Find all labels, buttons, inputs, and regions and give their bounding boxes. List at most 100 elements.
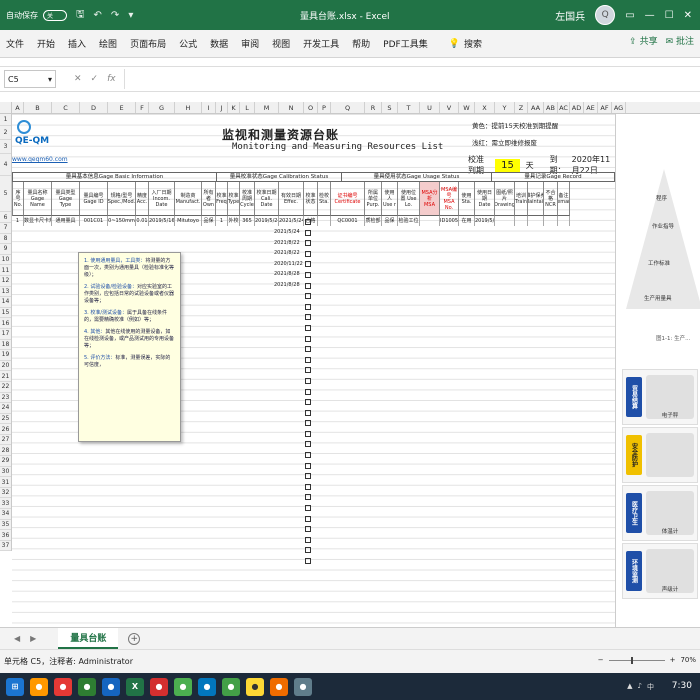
column-header-v[interactable]: V <box>440 102 459 113</box>
effective-date[interactable]: 2021/8/22 <box>274 248 303 259</box>
status-checkbox[interactable] <box>305 526 311 533</box>
row-header-11[interactable]: 11 <box>0 265 11 276</box>
tab-file[interactable]: 文件 <box>6 37 24 50</box>
status-checkbox[interactable] <box>305 473 311 480</box>
status-checkbox[interactable] <box>305 494 311 501</box>
row-header-23[interactable]: 23 <box>0 393 11 404</box>
status-checkbox[interactable] <box>305 441 311 448</box>
table-cell[interactable] <box>515 216 528 226</box>
user-name[interactable]: 左国兵 <box>555 8 585 23</box>
undo-icon[interactable]: ↶ <box>94 10 102 21</box>
tab-developer[interactable]: 开发工具 <box>303 37 339 50</box>
status-checkbox[interactable] <box>305 388 311 395</box>
status-checkbox[interactable] <box>305 293 311 300</box>
column-header-q[interactable]: Q <box>331 102 365 113</box>
row-header-9[interactable]: 9 <box>0 244 11 255</box>
chevron-down-icon[interactable]: ▾ <box>48 75 52 84</box>
row-header-36[interactable]: 36 <box>0 530 11 541</box>
effective-date[interactable]: 2021/8/22 <box>274 238 303 249</box>
column-header-ac[interactable]: AC <box>558 102 570 113</box>
start-icon[interactable]: ⊞ <box>6 677 24 696</box>
status-checkbox[interactable] <box>305 303 311 310</box>
row-header-31[interactable]: 31 <box>0 477 11 488</box>
column-header-u[interactable]: U <box>420 102 440 113</box>
avatar[interactable]: Q <box>595 5 616 25</box>
column-header-f[interactable]: F <box>136 102 149 113</box>
select-all-corner[interactable] <box>0 102 12 113</box>
row-header-12[interactable]: 12 <box>0 276 11 287</box>
column-header-b[interactable]: B <box>24 102 52 113</box>
sheet-tab-active[interactable]: 量具台账 <box>58 628 119 649</box>
status-checkbox[interactable] <box>305 547 311 554</box>
company-link[interactable]: www.qeqm60.com <box>12 156 68 163</box>
app-icon-7[interactable]: ● <box>198 677 216 696</box>
status-checkbox[interactable] <box>305 250 311 257</box>
column-header-z[interactable]: Z <box>515 102 528 113</box>
column-header-ae[interactable]: AE <box>584 102 598 113</box>
zoom-slider[interactable] <box>608 656 665 664</box>
table-cell[interactable]: 质检部 <box>365 216 382 226</box>
status-checkbox[interactable] <box>305 346 311 353</box>
column-header-ag[interactable]: AG <box>612 102 626 113</box>
effective-date[interactable]: 2021/5/24 <box>274 227 303 238</box>
status-checkbox[interactable] <box>305 271 311 278</box>
row-header-24[interactable]: 24 <box>0 403 11 414</box>
excel-icon[interactable]: X <box>126 677 144 696</box>
app-icon-4[interactable]: ● <box>102 677 120 696</box>
row-header-1[interactable]: 1 <box>0 114 11 126</box>
table-cell[interactable]: ID1005001 <box>440 216 459 226</box>
row-header-29[interactable]: 29 <box>0 456 11 467</box>
zoom-out-icon[interactable]: − <box>598 656 604 664</box>
status-checkbox[interactable] <box>305 282 311 289</box>
redo-icon[interactable]: ↷ <box>111 10 119 21</box>
table-cell[interactable]: 品保 <box>382 216 398 226</box>
effective-date[interactable]: 2020/11/22 <box>274 259 303 270</box>
ribbon-display-icon[interactable]: ▭ <box>625 10 634 21</box>
cancel-icon[interactable]: ✕ <box>74 74 82 84</box>
ime-indicator[interactable]: 中 <box>647 682 654 692</box>
column-header-d[interactable]: D <box>80 102 108 113</box>
row-header-8[interactable]: 8 <box>0 234 11 245</box>
table-cell[interactable] <box>495 216 515 226</box>
tab-insert[interactable]: 插入 <box>68 37 86 50</box>
table-cell[interactable] <box>558 216 570 226</box>
status-checkbox[interactable] <box>305 399 311 406</box>
status-checkbox[interactable] <box>305 229 311 236</box>
row-header-33[interactable]: 33 <box>0 498 11 510</box>
app-icon-11[interactable]: ● <box>294 677 312 696</box>
table-cell[interactable] <box>420 216 440 226</box>
tab-formulas[interactable]: 公式 <box>179 37 197 50</box>
column-header-r[interactable]: R <box>365 102 382 113</box>
row-header-26[interactable]: 26 <box>0 424 11 435</box>
tab-view[interactable]: 视图 <box>272 37 290 50</box>
status-checkbox[interactable] <box>305 462 311 469</box>
tab-draw[interactable]: 绘图 <box>99 37 117 50</box>
column-header-j[interactable]: J <box>216 102 228 113</box>
table-cell[interactable]: 在用 <box>459 216 475 226</box>
comments-button[interactable]: ✉ 批注 <box>666 34 694 47</box>
row-header-22[interactable]: 22 <box>0 382 11 393</box>
column-header-e[interactable]: E <box>108 102 136 113</box>
row-header-34[interactable]: 34 <box>0 509 11 520</box>
formula-input[interactable] <box>123 69 700 89</box>
row-header-3[interactable]: 3 <box>0 140 11 154</box>
table-cell[interactable] <box>528 216 544 226</box>
status-checkbox[interactable] <box>305 536 311 543</box>
zoom-level[interactable]: 70% <box>680 656 696 664</box>
app-icon-9[interactable]: ● <box>246 677 264 696</box>
table-cell[interactable]: 2019/5/16 <box>149 216 175 226</box>
row-header-18[interactable]: 18 <box>0 340 11 351</box>
maximize-icon[interactable]: ☐ <box>665 10 674 21</box>
row-header-6[interactable]: 6 <box>0 212 11 223</box>
row-header-28[interactable]: 28 <box>0 445 11 457</box>
save-icon[interactable]: 🖫 <box>76 7 85 24</box>
table-cell[interactable]: 2019/5/3 <box>475 216 495 226</box>
effective-date[interactable]: 2021/8/28 <box>274 269 303 280</box>
network-icon[interactable]: ▲ <box>627 682 632 692</box>
column-header-m[interactable]: M <box>255 102 279 113</box>
app-icon-8[interactable]: ● <box>222 677 240 696</box>
worksheet-grid[interactable]: QE-QM www.qeqm60.com 监视和测量资源台账 Monitorin… <box>12 114 615 627</box>
row-header-19[interactable]: 19 <box>0 350 11 361</box>
tab-page-layout[interactable]: 页面布局 <box>130 37 166 50</box>
row-header-13[interactable]: 13 <box>0 287 11 298</box>
